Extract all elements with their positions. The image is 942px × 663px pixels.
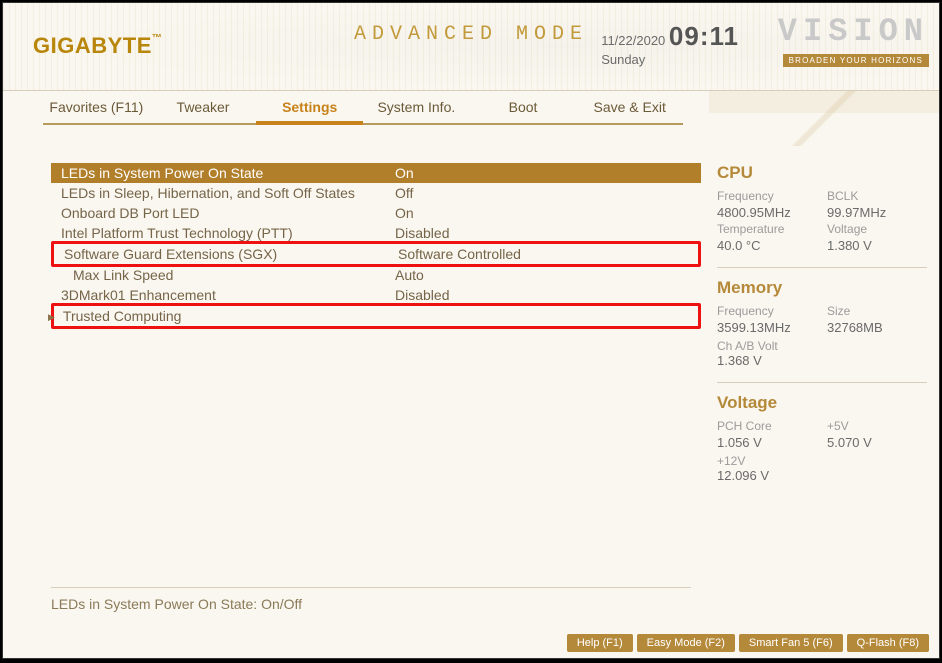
cpu-section: CPU Frequency BCLK 4800.95MHz 99.97MHz T… [717, 153, 927, 267]
setting-row-2[interactable]: Onboard DB Port LEDOn [51, 203, 701, 223]
mem-size-value: 32768MB [827, 320, 927, 335]
footer-buttons: Help (F1)Easy Mode (F2)Smart Fan 5 (F6)Q… [567, 634, 929, 652]
mem-chab-value: 1.368 V [717, 353, 927, 368]
tab-tweaker[interactable]: Tweaker [150, 95, 257, 125]
p12v-value: 12.096 V [717, 468, 927, 483]
setting-value: On [395, 203, 697, 223]
setting-row-5[interactable]: Max Link SpeedAuto [51, 265, 701, 285]
setting-row-0[interactable]: LEDs in System Power On StateOn [51, 163, 701, 183]
cpu-freq-value: 4800.95MHz [717, 205, 817, 220]
vision-logo: VISION BROADEN YOUR HORIZONS [778, 13, 929, 68]
setting-label: Onboard DB Port LED [55, 203, 395, 223]
brand-logo: GIGABYTE™ [33, 33, 162, 59]
setting-label: Trusted Computing [57, 306, 397, 326]
tab-system-info[interactable]: System Info. [363, 95, 470, 125]
setting-row-6[interactable]: 3DMark01 EnhancementDisabled [51, 285, 701, 305]
p12v-label: +12V [717, 454, 927, 468]
cpu-volt-value: 1.380 V [827, 238, 927, 253]
memory-section: Memory Frequency Size 3599.13MHz 32768MB… [717, 267, 927, 382]
memory-heading: Memory [717, 278, 927, 298]
setting-row-4[interactable]: Software Guard Extensions (SGX)Software … [51, 241, 701, 267]
setting-row-1[interactable]: LEDs in Sleep, Hibernation, and Soft Off… [51, 183, 701, 203]
datetime-block: 11/22/2020 09:11 Sunday [601, 21, 739, 67]
tab-settings[interactable]: Settings [256, 95, 363, 125]
tab-favorites-f11[interactable]: Favorites (F11) [43, 95, 150, 125]
setting-label: Software Guard Extensions (SGX) [58, 244, 398, 264]
cpu-heading: CPU [717, 163, 927, 183]
cpu-bclk-label: BCLK [827, 189, 927, 203]
tab-save-exit[interactable]: Save & Exit [576, 95, 683, 125]
mem-chab-label: Ch A/B Volt [717, 339, 927, 353]
voltage-section: Voltage PCH Core +5V 1.056 V 5.070 V +12… [717, 382, 927, 497]
p5v-label: +5V [827, 419, 927, 433]
setting-value: On [395, 163, 697, 183]
setting-value: Auto [395, 265, 697, 285]
bios-window: GIGABYTE™ ADVANCED MODE 11/22/2020 09:11… [2, 2, 940, 659]
mem-size-label: Size [827, 304, 927, 318]
cpu-freq-label: Frequency [717, 189, 817, 203]
setting-value [397, 306, 694, 326]
setting-row-3[interactable]: Intel Platform Trust Technology (PTT)Dis… [51, 223, 701, 243]
cpu-temp-label: Temperature [717, 222, 817, 236]
footer-btn-easy-mode-f2[interactable]: Easy Mode (F2) [637, 634, 735, 652]
top-tabs: Favorites (F11)TweakerSettingsSystem Inf… [43, 95, 683, 125]
date-text: 11/22/2020 [601, 33, 665, 48]
setting-value: Disabled [395, 223, 697, 243]
setting-value: Software Controlled [398, 244, 694, 264]
vision-word: VISION [778, 13, 929, 50]
pch-label: PCH Core [717, 419, 817, 433]
tab-boot[interactable]: Boot [470, 95, 577, 125]
setting-value: Disabled [395, 285, 697, 305]
setting-row-7[interactable]: Trusted Computing [51, 303, 701, 329]
settings-list: LEDs in System Power On StateOnLEDs in S… [51, 163, 701, 327]
setting-label: Max Link Speed [55, 265, 395, 285]
footer-btn-smart-fan-5-f6[interactable]: Smart Fan 5 (F6) [739, 634, 843, 652]
header-bar: GIGABYTE™ ADVANCED MODE 11/22/2020 09:11… [3, 3, 939, 91]
mode-title: ADVANCED MODE [354, 23, 588, 46]
time-text: 09:11 [669, 21, 739, 51]
decorative-circuit [709, 91, 939, 146]
p5v-value: 5.070 V [827, 435, 927, 450]
cpu-volt-label: Voltage [827, 222, 927, 236]
setting-label: LEDs in System Power On State [55, 163, 395, 183]
mem-freq-label: Frequency [717, 304, 817, 318]
cpu-bclk-value: 99.97MHz [827, 205, 927, 220]
setting-label: Intel Platform Trust Technology (PTT) [55, 223, 395, 243]
footer-btn-q-flash-f8[interactable]: Q-Flash (F8) [847, 634, 929, 652]
setting-value: Off [395, 183, 697, 203]
vision-tagline: BROADEN YOUR HORIZONS [783, 54, 929, 67]
side-panel: CPU Frequency BCLK 4800.95MHz 99.97MHz T… [717, 153, 927, 497]
pch-value: 1.056 V [717, 435, 817, 450]
voltage-heading: Voltage [717, 393, 927, 413]
cpu-temp-value: 40.0 °C [717, 238, 817, 253]
help-hint: LEDs in System Power On State: On/Off [51, 587, 691, 612]
mem-freq-value: 3599.13MHz [717, 320, 817, 335]
day-text: Sunday [601, 52, 645, 67]
footer-btn-help-f1[interactable]: Help (F1) [567, 634, 633, 652]
setting-label: LEDs in Sleep, Hibernation, and Soft Off… [55, 183, 395, 203]
setting-label: 3DMark01 Enhancement [55, 285, 395, 305]
